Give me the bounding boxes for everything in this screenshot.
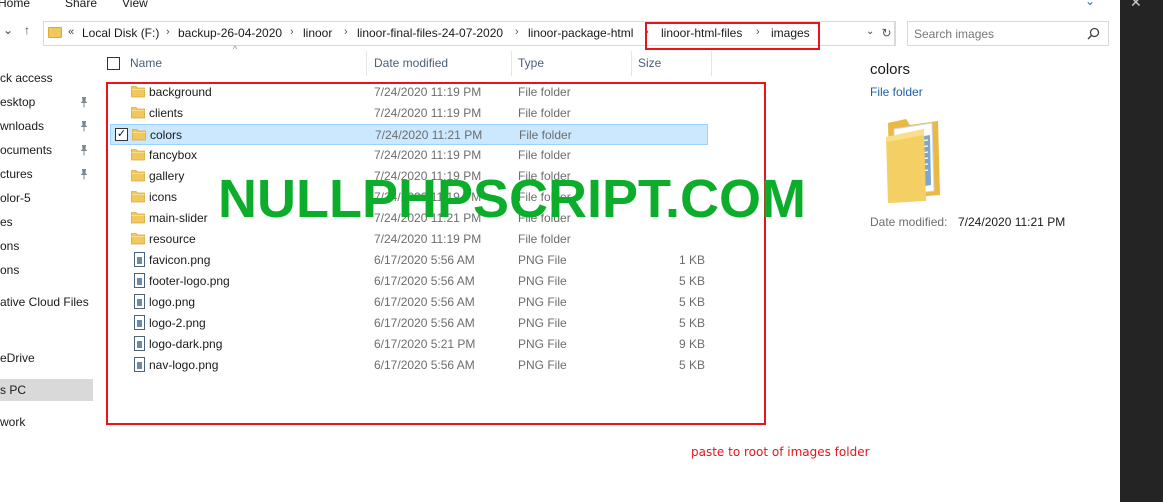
details-date-value: 7/24/2020 11:21 PM <box>958 215 1066 229</box>
breadcrumb-backup[interactable]: backup-26-04-2020 <box>178 26 282 40</box>
nav-item[interactable]: es <box>0 211 93 233</box>
address-dropdown-icon[interactable]: ⌄ <box>866 26 874 37</box>
nav-item-label: wnloads <box>0 119 45 133</box>
large-folder-icon <box>886 119 940 203</box>
column-divider[interactable] <box>631 51 632 76</box>
ribbon-tab-share[interactable]: Share <box>65 0 97 10</box>
nav-item-label: ctures <box>0 167 33 181</box>
breadcrumb-separator[interactable]: › <box>166 26 170 38</box>
help-icon[interactable]: ⌄ <box>1083 0 1097 8</box>
nav-item[interactable]: wnloads <box>0 115 93 137</box>
up-arrow-icon[interactable]: ↑ <box>24 23 38 41</box>
nav-item[interactable]: olor-5 <box>0 187 93 209</box>
nav-item-label: ocuments <box>0 143 53 157</box>
nav-item-label: work <box>0 415 26 429</box>
details-title: colors <box>870 61 911 78</box>
nav-item[interactable]: s PC <box>0 379 93 401</box>
ribbon-tab-home[interactable]: Home <box>0 0 30 10</box>
nav-item[interactable]: ons <box>0 235 93 257</box>
nav-item-label: ck access <box>0 71 53 85</box>
breadcrumb-separator[interactable]: › <box>515 26 519 38</box>
watermark-text: NULLPHPSCRIPT.COM <box>218 169 807 229</box>
column-header-size[interactable]: Size <box>638 51 661 76</box>
nav-item-label: ons <box>0 263 20 277</box>
pin-icon[interactable] <box>79 120 89 132</box>
column-divider[interactable] <box>366 51 367 76</box>
path-highlight-box <box>645 22 820 50</box>
column-header-type[interactable]: Type <box>518 51 544 76</box>
instruction-note: paste to root of images folder <box>691 445 870 459</box>
breadcrumb-separator[interactable]: › <box>344 26 348 38</box>
nav-item[interactable]: esktop <box>0 91 93 113</box>
nav-item-label: ons <box>0 239 20 253</box>
pin-icon[interactable] <box>79 96 89 108</box>
search-input[interactable] <box>914 25 1084 42</box>
nav-item[interactable]: eDrive <box>0 347 93 369</box>
search-box[interactable] <box>907 21 1109 46</box>
navigation-pane: ck access esktop wnloads ocuments ctures olor… <box>0 50 95 502</box>
nav-item[interactable]: ctures <box>0 163 93 185</box>
nav-item-label: esktop <box>0 95 36 109</box>
nav-item-label: ative Cloud Files <box>0 295 89 309</box>
overflow-chevron-icon[interactable]: « <box>68 26 74 38</box>
folder-icon <box>48 27 62 38</box>
breadcrumb-linoor-final-files[interactable]: linoor-final-files-24-07-2020 <box>357 26 503 40</box>
ribbon: Home Share View ⌄ <box>0 0 1120 16</box>
nav-item-label: olor-5 <box>0 191 31 205</box>
file-list-highlight-box <box>106 82 766 425</box>
sort-ascending-icon: ^ <box>233 44 238 54</box>
nav-item[interactable]: ons <box>0 259 93 281</box>
column-divider[interactable] <box>711 51 712 76</box>
nav-item-label: es <box>0 215 13 229</box>
refresh-icon[interactable]: ↻ <box>878 21 896 46</box>
ribbon-tab-view[interactable]: View <box>122 0 148 10</box>
nav-item-label: eDrive <box>0 351 35 365</box>
nav-item[interactable]: ative Cloud Files <box>0 291 93 313</box>
pin-icon[interactable] <box>79 144 89 156</box>
nav-item[interactable]: ocuments <box>0 139 93 161</box>
nav-item[interactable]: ck access <box>0 67 93 89</box>
nav-item-label: s PC <box>0 383 27 397</box>
column-divider[interactable] <box>511 51 512 76</box>
recent-locations-icon[interactable]: ⌄ <box>3 23 17 41</box>
column-header-date-modified[interactable]: Date modified <box>374 51 448 76</box>
breadcrumb-separator[interactable]: › <box>290 26 294 38</box>
breadcrumb-linoor-package-html[interactable]: linoor-package-html <box>528 26 633 40</box>
pin-icon[interactable] <box>79 168 89 180</box>
close-icon[interactable]: ✕ <box>1130 0 1142 11</box>
breadcrumb-local-disk[interactable]: Local Disk (F:) <box>82 26 159 40</box>
breadcrumb-linoor[interactable]: linoor <box>303 26 332 40</box>
adjacent-window-edge <box>1120 0 1163 502</box>
details-type: File folder <box>870 85 923 99</box>
search-icon[interactable] <box>1087 27 1100 40</box>
column-header-name[interactable]: Name <box>130 51 162 76</box>
nav-item[interactable]: work <box>0 411 93 433</box>
details-date-label: Date modified: <box>870 215 948 229</box>
select-all-checkbox[interactable] <box>107 57 120 70</box>
